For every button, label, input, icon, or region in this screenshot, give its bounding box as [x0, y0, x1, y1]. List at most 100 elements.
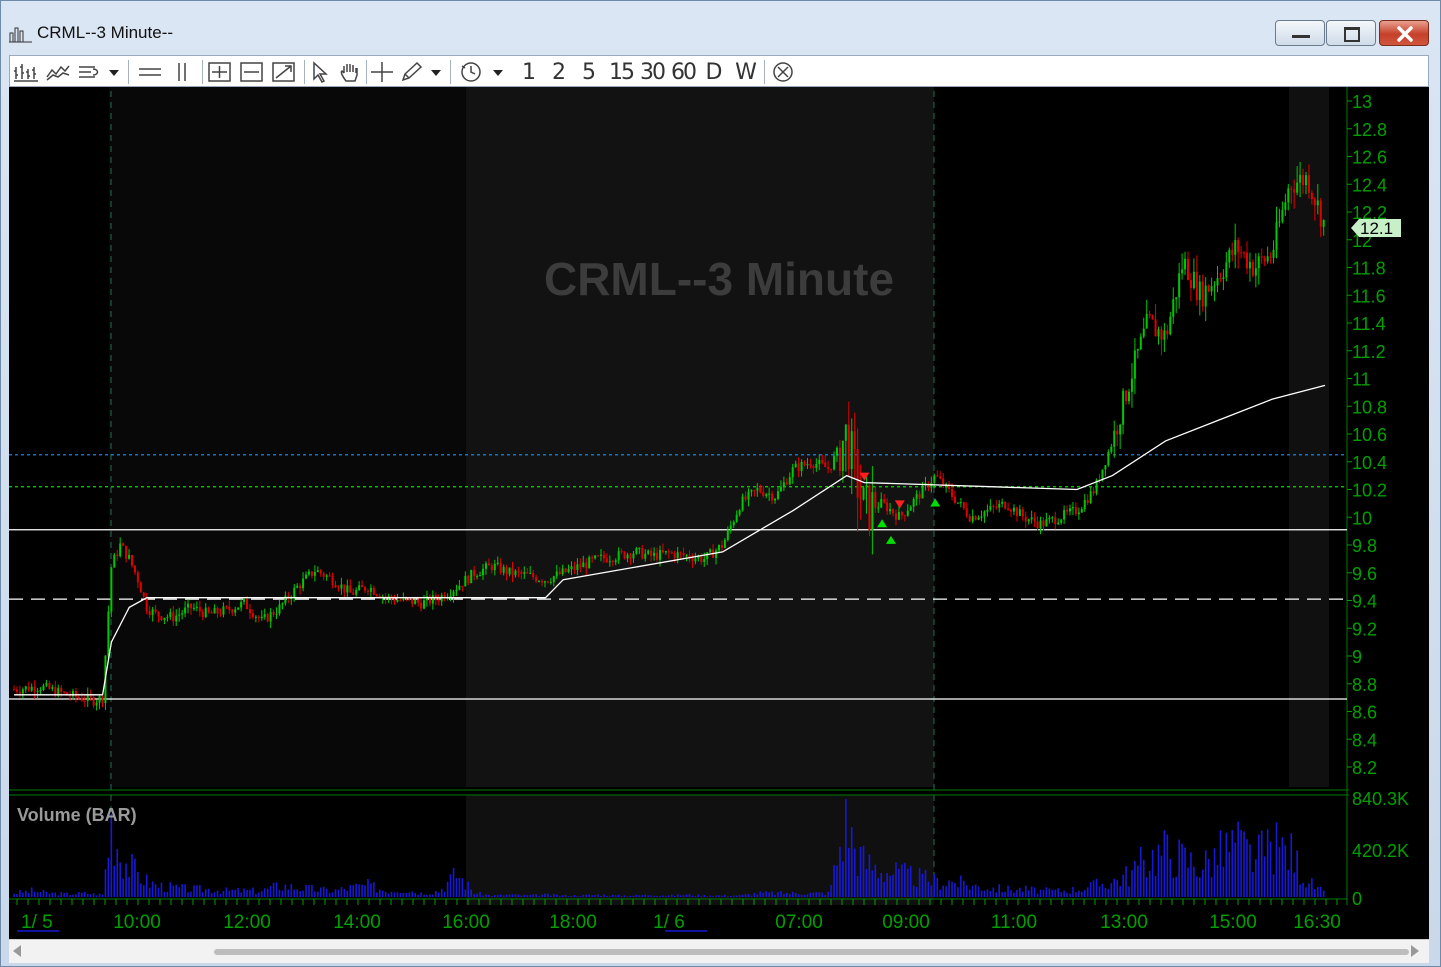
candle-body	[700, 556, 703, 562]
zoom-out-icon[interactable]	[238, 59, 266, 85]
volume-bar	[331, 892, 334, 897]
candle-body	[1257, 256, 1260, 269]
candle-body	[818, 460, 821, 464]
volume-bar	[1190, 852, 1192, 897]
volume-bar	[249, 889, 251, 897]
candle-body	[51, 687, 54, 689]
interval-5-button[interactable]: 5	[578, 59, 600, 85]
candle-body	[868, 485, 871, 531]
candle-body	[927, 483, 930, 488]
zoom-fit-icon[interactable]	[270, 59, 298, 85]
close-button[interactable]	[1379, 20, 1429, 46]
interval-day-button[interactable]: D	[702, 59, 726, 85]
candle-body	[399, 599, 402, 601]
volume-bar	[989, 890, 992, 897]
interval-15-button[interactable]: 15	[606, 59, 636, 85]
volume-bar	[529, 895, 532, 897]
indicator-list-icon[interactable]	[76, 59, 104, 85]
candle-body	[756, 488, 759, 491]
chevron-down-icon[interactable]	[490, 59, 506, 85]
candle-body	[1260, 256, 1263, 258]
volume-bar	[741, 894, 744, 897]
chart-area[interactable]: CRML--3 Minute 13 12.8 12.6 12.4 12.2 12 11.8 1…	[9, 87, 1429, 939]
horizontal-scrollbar[interactable]	[9, 939, 1429, 963]
candle-body	[92, 697, 95, 706]
candle-body	[656, 552, 659, 560]
price-tick-label: 9.2	[1352, 619, 1377, 639]
close-circle-icon[interactable]	[768, 59, 798, 85]
volume-bar	[1013, 892, 1015, 897]
scroll-right-icon[interactable]	[1411, 945, 1419, 957]
vertical-lines-icon[interactable]	[168, 59, 196, 85]
minimize-button[interactable]	[1275, 20, 1325, 46]
candle-body	[299, 585, 302, 589]
volume-bar	[1125, 866, 1127, 897]
time-tick-label: 1/ 5	[21, 912, 53, 933]
candle-body	[1184, 258, 1187, 270]
volume-bar	[968, 889, 971, 897]
maximize-button[interactable]	[1326, 20, 1376, 46]
interval-30-button[interactable]: 30	[637, 59, 667, 85]
volume-bar	[148, 887, 151, 897]
price-chart[interactable]: CRML--3 Minute 1312.812.612.412.21211.81…	[9, 87, 1429, 939]
maximize-icon	[1344, 27, 1360, 42]
zoom-in-icon[interactable]	[206, 59, 234, 85]
candle-body	[467, 575, 470, 584]
volume-bar	[92, 893, 95, 897]
interval-week-button[interactable]: W	[732, 59, 760, 85]
candle-body	[175, 615, 178, 622]
volume-bar	[697, 894, 700, 897]
volume-bar	[514, 894, 517, 897]
candle-body	[63, 691, 66, 693]
line-chart-icon[interactable]	[44, 59, 72, 85]
volume-bar	[299, 891, 301, 897]
candle-body	[841, 440, 844, 471]
crosshair-icon[interactable]	[368, 59, 396, 85]
candle-body	[74, 691, 77, 697]
candle-body	[971, 516, 974, 522]
volume-bar	[611, 894, 614, 897]
interval-2-button[interactable]: 2	[548, 59, 570, 85]
candle-body	[48, 682, 51, 689]
candle-body	[1122, 390, 1125, 425]
volume-bar	[81, 892, 83, 897]
horizontal-lines-icon[interactable]	[136, 59, 164, 85]
volume-bar	[420, 892, 422, 897]
candle-body	[437, 599, 440, 602]
price-tick-label: 12.4	[1352, 175, 1387, 195]
title-bar[interactable]: CRML--3 Minute--	[1, 11, 1440, 53]
clock-icon[interactable]	[456, 59, 486, 85]
hand-icon[interactable]	[336, 59, 364, 85]
interval-60-button[interactable]: 60	[668, 59, 698, 85]
candle-body	[343, 584, 346, 593]
candle-body	[1316, 200, 1319, 206]
bar-chart-icon[interactable]	[12, 59, 40, 85]
volume-bar	[573, 895, 576, 897]
candle-body	[1319, 200, 1322, 227]
candle-body	[33, 686, 36, 693]
candle-body	[334, 585, 337, 588]
candle-body	[375, 594, 378, 596]
volume-bar	[196, 885, 198, 897]
scroll-thumb[interactable]	[214, 949, 1409, 955]
volume-bar	[393, 892, 396, 897]
pointer-icon[interactable]	[308, 59, 334, 85]
scroll-left-icon[interactable]	[13, 945, 21, 957]
volume-bar	[541, 894, 543, 897]
volume-bar	[883, 881, 885, 897]
volume-bar	[1001, 892, 1003, 897]
candle-body	[720, 545, 723, 548]
chevron-down-icon[interactable]	[428, 59, 444, 85]
pencil-icon[interactable]	[398, 59, 426, 85]
volume-bar	[1252, 871, 1254, 897]
chevron-down-icon[interactable]	[106, 59, 122, 85]
candle-body	[1178, 273, 1181, 298]
volume-bar	[909, 866, 912, 897]
volume-bar	[924, 869, 927, 897]
volume-bar	[479, 892, 481, 897]
volume-bar	[948, 880, 950, 897]
volume-bar	[576, 896, 579, 897]
price-tick-label: 8.2	[1352, 758, 1377, 778]
volume-bar	[1181, 843, 1183, 897]
interval-1-button[interactable]: 1	[518, 59, 540, 85]
